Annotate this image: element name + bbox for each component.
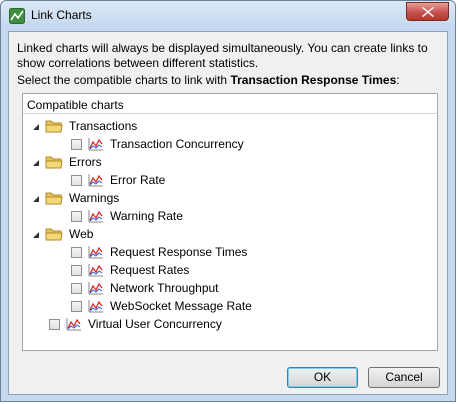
expand-arrow-icon[interactable] bbox=[31, 157, 41, 167]
line-chart-icon bbox=[88, 173, 104, 187]
tree-item-virtual-user-concurrency[interactable]: Virtual User Concurrency bbox=[49, 315, 222, 333]
chart-label: Error Rate bbox=[110, 173, 166, 187]
line-chart-icon bbox=[66, 317, 82, 331]
chart-label: Warning Rate bbox=[110, 209, 183, 223]
chart-label: WebSocket Message Rate bbox=[110, 299, 252, 313]
group-label: Web bbox=[69, 227, 94, 241]
chart-checkbox[interactable] bbox=[71, 282, 82, 294]
chart-label: Network Throughput bbox=[110, 281, 219, 295]
tree-group-errors[interactable]: Errors bbox=[31, 153, 102, 171]
tree-header: Compatible charts bbox=[23, 94, 437, 114]
group-label: Warnings bbox=[69, 191, 120, 205]
line-chart-icon bbox=[88, 299, 104, 313]
line-chart-icon bbox=[88, 245, 104, 259]
expand-arrow-icon[interactable] bbox=[31, 229, 41, 239]
ok-button[interactable]: OK bbox=[287, 367, 358, 388]
tree-item-network-throughput[interactable]: Network Throughput bbox=[71, 279, 219, 297]
line-chart-icon bbox=[88, 209, 104, 223]
chart-checkbox[interactable] bbox=[71, 174, 82, 186]
chart-label: Request Rates bbox=[110, 263, 190, 277]
tree-item-websocket-message-rate[interactable]: WebSocket Message Rate bbox=[71, 297, 252, 315]
tree-group-web[interactable]: Web bbox=[31, 225, 93, 243]
tree-group-warnings[interactable]: Warnings bbox=[31, 189, 119, 207]
select-instruction: Select the compatible charts to link wit… bbox=[17, 73, 400, 87]
select-target: Transaction Response Times bbox=[230, 73, 397, 87]
chart-checkbox[interactable] bbox=[71, 138, 82, 150]
chart-checkbox[interactable] bbox=[71, 210, 82, 222]
folder-icon bbox=[45, 154, 63, 170]
chart-checkbox[interactable] bbox=[71, 300, 82, 312]
close-button[interactable] bbox=[406, 2, 449, 21]
tree-item-error-rate[interactable]: Error Rate bbox=[71, 171, 165, 189]
line-chart-icon bbox=[88, 137, 104, 151]
folder-icon bbox=[45, 226, 63, 242]
chart-checkbox[interactable] bbox=[71, 246, 82, 258]
chart-checkbox[interactable] bbox=[71, 264, 82, 276]
close-icon bbox=[422, 7, 434, 17]
tree-item-warning-rate[interactable]: Warning Rate bbox=[71, 207, 183, 225]
compatible-charts-tree[interactable]: Compatible charts Transactions Transactio… bbox=[22, 93, 438, 351]
chart-label: Virtual User Concurrency bbox=[88, 317, 222, 331]
link-charts-dialog: Link Charts Linked charts will always be… bbox=[0, 0, 456, 402]
title-bar[interactable]: Link Charts bbox=[1, 1, 455, 31]
expand-arrow-icon[interactable] bbox=[31, 193, 41, 203]
group-label: Transactions bbox=[69, 119, 138, 133]
line-chart-icon bbox=[88, 281, 104, 295]
line-chart-icon bbox=[88, 263, 104, 277]
expand-arrow-icon[interactable] bbox=[31, 121, 41, 131]
window-title: Link Charts bbox=[31, 8, 92, 22]
chart-label: Transaction Concurrency bbox=[110, 137, 244, 151]
folder-icon bbox=[45, 190, 63, 206]
tree-group-transactions[interactable]: Transactions bbox=[31, 117, 137, 135]
intro-text: Linked charts will always be displayed s… bbox=[17, 41, 428, 70]
dialog-body: Linked charts will always be displayed s… bbox=[8, 31, 448, 395]
folder-icon bbox=[45, 118, 63, 134]
tree-item-request-response-times[interactable]: Request Response Times bbox=[71, 243, 247, 261]
chart-checkbox[interactable] bbox=[49, 318, 60, 330]
cancel-button[interactable]: Cancel bbox=[368, 367, 440, 388]
select-prefix: Select the compatible charts to link wit… bbox=[17, 73, 231, 87]
chart-label: Request Response Times bbox=[110, 245, 248, 259]
group-label: Errors bbox=[69, 155, 102, 169]
app-icon bbox=[9, 8, 25, 24]
tree-item-transaction-concurrency[interactable]: Transaction Concurrency bbox=[71, 135, 244, 153]
tree-item-request-rates[interactable]: Request Rates bbox=[71, 261, 189, 279]
select-suffix: : bbox=[396, 73, 400, 87]
